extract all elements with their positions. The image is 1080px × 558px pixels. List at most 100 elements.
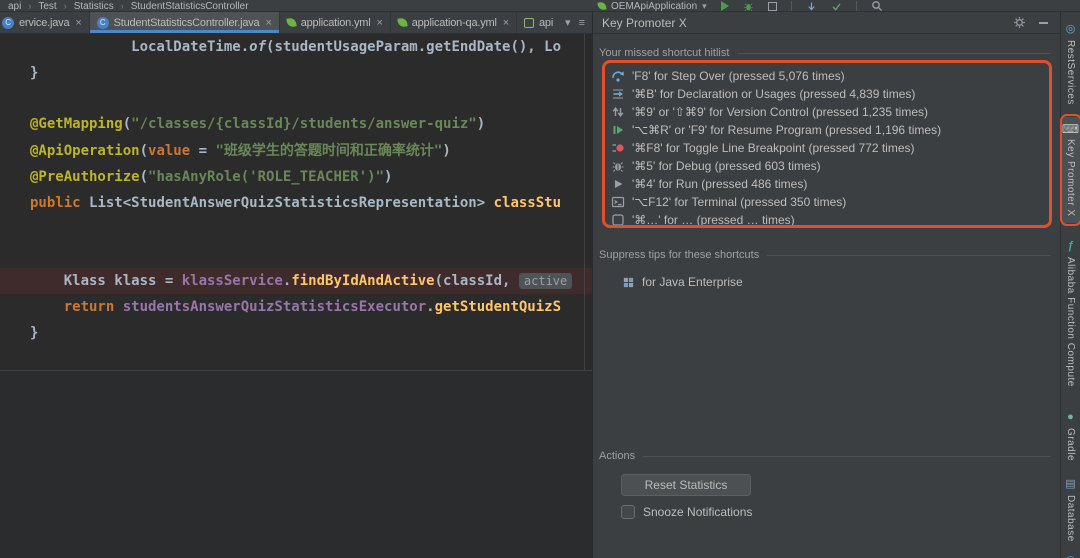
code-token: Klass klass = — [30, 273, 182, 289]
debug-icon — [611, 159, 625, 173]
code-token: return — [30, 299, 123, 315]
code-token: . — [426, 299, 435, 315]
code-token: getStudentQuizS — [434, 299, 562, 315]
code-token: "hasAnyRole('ROLE_TEACHER')" — [148, 169, 385, 185]
close-icon[interactable]: × — [265, 17, 271, 29]
breadcrumb-item[interactable]: StudentStatisticsController — [131, 1, 249, 12]
run-configuration-select[interactable]: OEMApiApplication ▾ — [597, 0, 707, 12]
toolbar-separator — [790, 1, 792, 11]
breadcrumb-item[interactable]: Statistics — [74, 1, 114, 12]
tab-service-java[interactable]: ervice.java × — [0, 12, 90, 33]
code-token: public — [30, 195, 90, 211]
breadcrumb-separator: › — [28, 1, 32, 11]
code-token: LocalDateTime. — [30, 39, 250, 55]
vcs-commit-icon[interactable] — [831, 1, 842, 12]
stripe-button-key-promoter-x[interactable]: Key Promoter X — [1059, 113, 1080, 226]
code-token: klassService — [181, 273, 283, 289]
tool-window-header: Key Promoter X — [593, 12, 1060, 34]
code-token: value — [148, 143, 191, 159]
shortcut-list-item[interactable]: 'F8' for Step Over (pressed 5,076 times) — [607, 67, 1047, 85]
gradle-icon — [1067, 412, 1074, 424]
chevron-down-icon[interactable]: ▾ — [565, 16, 571, 29]
java-enterprise-icon — [621, 275, 635, 289]
breadcrumb-item[interactable]: api — [8, 1, 21, 12]
tab-application-yml[interactable]: application.yml × — [280, 12, 391, 33]
code-line[interactable]: return studentsAnswerQuizStatisticsExecu… — [0, 294, 592, 320]
shortcut-list-item[interactable]: '⌘5' for Debug (pressed 603 times) — [607, 157, 1047, 175]
stripe-button-notifications[interactable] — [1062, 548, 1080, 558]
reset-statistics-button[interactable]: Reset Statistics — [621, 474, 751, 496]
spring-config-icon — [396, 17, 408, 28]
code-line[interactable]: @PreAuthorize("hasAnyRole('ROLE_TEACHER'… — [0, 164, 592, 190]
suppressed-shortcut-label: for Java Enterprise — [642, 275, 743, 289]
code-token: ( — [122, 116, 132, 132]
code-token: (studentUsageParam.getEndDate(), Lo — [266, 39, 562, 55]
breadcrumb-item[interactable]: Test — [38, 1, 56, 12]
code-line[interactable]: } — [0, 320, 592, 346]
shortcut-list-item[interactable]: '⌘4' for Run (pressed 486 times) — [607, 175, 1047, 193]
stop-icon[interactable] — [767, 1, 777, 11]
close-icon[interactable]: × — [376, 17, 382, 29]
hitlist-section-separator: Your missed shortcut hitlist — [599, 46, 1051, 60]
code-token: "/classes/{classId}/students/answer-quiz… — [131, 116, 477, 132]
stripe-label: Database — [1065, 495, 1076, 543]
alibaba-function-compute-icon — [1067, 241, 1073, 253]
run-icon[interactable] — [720, 1, 729, 11]
run-icon — [611, 177, 625, 191]
vcs-update-icon[interactable] — [806, 1, 817, 12]
code-token: studentsAnswerQuizStatisticsExecutor — [122, 299, 427, 315]
code-line[interactable]: public List<StudentAnswerQuizStatisticsR… — [0, 190, 592, 216]
shortcut-list-item[interactable]: '⌥⌘R' or 'F9' for Resume Program (presse… — [607, 121, 1047, 139]
stripe-button-database[interactable]: Database — [1062, 473, 1080, 548]
code-token: of — [249, 39, 267, 55]
shortcut-list-item-clipped[interactable]: '⌘…' for … (pressed … times) — [607, 211, 1047, 225]
shortcut-list-item[interactable]: '⌘9' or '⇧⌘9' for Version Control (press… — [607, 103, 1047, 121]
run-configuration-label: OEMApiApplication — [611, 0, 698, 12]
missed-shortcut-list: 'F8' for Step Over (pressed 5,076 times)… — [607, 67, 1047, 225]
separator-line — [643, 455, 1051, 457]
tab-student-statistics-controller[interactable]: StudentStatisticsController.java × — [89, 12, 280, 33]
hitlist-section-title: Your missed shortcut hitlist — [599, 47, 730, 59]
minimize-icon[interactable] — [1035, 15, 1051, 31]
shortcut-label: '⌘B' for Declaration or Usages (pressed … — [632, 87, 916, 101]
code-line-highlighted[interactable]: Klass klass = klassService.findByIdAndAc… — [0, 268, 592, 294]
code-line[interactable]: @GetMapping("/classes/{classId}/students… — [0, 111, 592, 137]
code-token: } — [30, 325, 39, 341]
spring-boot-icon — [597, 1, 607, 11]
close-icon[interactable]: × — [75, 17, 81, 29]
snooze-notifications-checkbox[interactable] — [621, 505, 635, 519]
debug-icon[interactable] — [743, 1, 754, 12]
code-line[interactable]: LocalDateTime.of(studentUsageParam.getEn… — [0, 34, 592, 60]
search-icon[interactable] — [871, 0, 883, 11]
tab-label: application.yml — [300, 16, 371, 29]
tool-window-body: Your missed shortcut hitlist 'F8' for St… — [593, 34, 1060, 557]
tab-menu-icon[interactable]: ≡ — [579, 17, 585, 29]
rest-services-icon — [1066, 24, 1076, 36]
code-token: @ApiOperation — [30, 143, 140, 159]
key-promoter-tool-window: Key Promoter X Your missed shortcut hitl… — [592, 12, 1060, 558]
code-token: ( — [139, 143, 149, 159]
stripe-button-alibaba-function-compute[interactable]: Alibaba Function Compute — [1062, 235, 1080, 393]
snooze-notifications-label: Snooze Notifications — [643, 505, 753, 519]
editor-tab-bar: ervice.java × StudentStatisticsControlle… — [0, 12, 592, 34]
step-over-icon — [611, 69, 625, 83]
code-editor[interactable]: LocalDateTime.of(studentUsageParam.getEn… — [0, 34, 592, 370]
clipped-icon — [611, 213, 625, 225]
stripe-button-rest-services[interactable]: RestServices — [1062, 18, 1080, 111]
suppressed-shortcut-item[interactable]: for Java Enterprise — [621, 274, 743, 290]
code-line[interactable]: } — [0, 60, 592, 86]
shortcut-list-item[interactable]: '⌘F8' for Toggle Line Breakpoint (presse… — [607, 139, 1047, 157]
tab-application-qa-yml[interactable]: application-qa.yml × — [391, 12, 517, 33]
close-icon[interactable]: × — [503, 17, 509, 29]
gear-icon[interactable] — [1011, 15, 1027, 31]
tab-api[interactable]: api — [517, 12, 562, 33]
code-line[interactable]: @ApiOperation(value = "班级学生的答题时间和正确率统计") — [0, 138, 592, 164]
terminal-icon — [611, 195, 625, 209]
shortcut-list-item[interactable]: '⌘B' for Declaration or Usages (pressed … — [607, 85, 1047, 103]
notifications-icon — [1065, 554, 1075, 558]
stripe-button-gradle[interactable]: Gradle — [1062, 406, 1080, 467]
version-control-icon — [611, 105, 625, 119]
shortcut-list-item[interactable]: '⌥F12' for Terminal (pressed 350 times) — [607, 193, 1047, 211]
actions-section-title: Actions — [599, 450, 636, 462]
tool-window-stripe: RestServices Key Promoter X Alibaba Func… — [1059, 12, 1080, 558]
